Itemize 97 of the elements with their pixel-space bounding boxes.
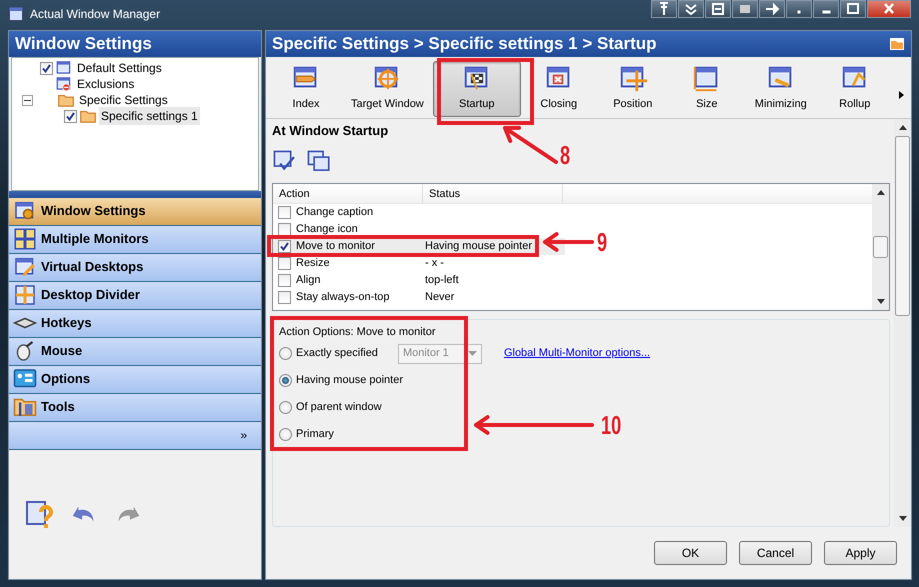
toolbar-button[interactable]: Rollup: [818, 61, 891, 117]
dialog-button[interactable]: Apply: [824, 541, 897, 565]
window-title: Actual Window Manager: [30, 6, 160, 23]
table-row[interactable]: Change icon: [273, 220, 565, 238]
group-title: Action Options: Move to monitor: [279, 324, 437, 340]
expander-icon[interactable]: [22, 94, 33, 106]
minimize-icon: [822, 10, 830, 14]
checkbox[interactable]: [278, 290, 291, 304]
radio-button[interactable]: [279, 347, 292, 360]
window-icon: [55, 75, 73, 93]
radio-button[interactable]: [279, 374, 292, 387]
nav-item[interactable]: Mouse: [9, 338, 261, 366]
radio-label: Exactly specified: [296, 346, 378, 362]
tree-item[interactable]: Specific settings 1: [99, 107, 200, 125]
scroll-thumb[interactable]: [873, 236, 888, 258]
nav-item[interactable]: Multiple Monitors: [9, 226, 261, 254]
table-cell-text: Stay always-on-top: [296, 290, 390, 305]
checkbox[interactable]: [278, 256, 291, 270]
maximize-icon: [845, 1, 861, 17]
send-window-icon: [710, 1, 726, 17]
minimize-button[interactable]: [813, 0, 839, 18]
tray-icon: [764, 1, 780, 17]
scroll-down-icon[interactable]: [876, 298, 884, 304]
dialog-button[interactable]: Cancel: [739, 541, 812, 565]
section-title: At Window Startup: [272, 122, 390, 140]
annotation-number: 10: [601, 412, 622, 438]
tree-item[interactable]: Specific Settings: [77, 91, 170, 109]
scroll-up-icon[interactable]: [898, 125, 906, 130]
nav-item[interactable]: Desktop Divider: [9, 282, 261, 310]
breadcrumb: Specific Settings > Specific settings 1 > Startup: [272, 33, 657, 56]
folder-icon: [889, 36, 905, 52]
maximize-button[interactable]: [840, 0, 866, 18]
checkbox[interactable]: [278, 240, 291, 252]
nav-item[interactable]: Tools: [9, 394, 261, 422]
radio-button[interactable]: [279, 401, 292, 414]
checkbox[interactable]: [278, 274, 291, 286]
radio-button[interactable]: [279, 428, 292, 441]
table-row[interactable]: Align top-left: [273, 272, 565, 288]
column-header[interactable]: Status: [423, 184, 563, 202]
monitors-icon: [13, 227, 37, 251]
pin-button[interactable]: [651, 0, 677, 18]
tree-item[interactable]: Default Settings: [75, 59, 164, 77]
panel-header: Window Settings: [9, 31, 261, 57]
toolbar-button[interactable]: Position: [596, 61, 669, 117]
table-cell-text: Having mouse pointer: [425, 238, 532, 254]
table-cell-text: Align: [296, 272, 320, 288]
scroll-down-icon[interactable]: [898, 516, 906, 521]
app-icon: [8, 6, 24, 22]
table-cell-text: Never: [425, 290, 454, 305]
table-cell-text: Change icon: [296, 222, 358, 237]
nav-item[interactable]: Virtual Desktops: [9, 254, 261, 282]
help-button[interactable]: [23, 498, 55, 530]
toolbar-button[interactable]: Target Window: [344, 61, 431, 117]
checkbox[interactable]: [278, 206, 291, 218]
table-cell-text: top-left: [425, 272, 459, 288]
column-header[interactable]: Action: [273, 184, 423, 202]
radio-label: Having mouse pointer: [296, 373, 404, 388]
send-window-button[interactable]: [705, 0, 731, 18]
table-cell-text: - x -: [425, 256, 444, 271]
scroll-thumb[interactable]: [895, 136, 910, 316]
checkbox[interactable]: [278, 222, 291, 236]
nav-item[interactable]: Window Settings: [9, 198, 261, 226]
minimize-to-dot-button[interactable]: [786, 0, 812, 18]
desktop-pencil-icon: [13, 255, 37, 279]
help-icon: [23, 498, 55, 530]
table-cell-text: Change caption: [296, 204, 374, 220]
transparency-button[interactable]: [732, 0, 758, 18]
table-row[interactable]: Stay always-on-top Never: [273, 288, 565, 306]
table-row[interactable]: Resize - x -: [273, 254, 565, 272]
caret-icon: [468, 351, 477, 356]
more-button[interactable]: »: [240, 429, 247, 441]
dialog-button[interactable]: OK: [654, 541, 727, 565]
radio-label: Of parent window: [296, 400, 382, 416]
tray-button[interactable]: [759, 0, 785, 18]
link[interactable]: Global Multi-Monitor options...: [504, 345, 650, 362]
checkbox[interactable]: [40, 62, 53, 74]
nav-item[interactable]: Hotkeys: [9, 310, 261, 338]
table-cell-text: Resize: [296, 256, 330, 271]
toolbar-button[interactable]: Index: [270, 61, 342, 117]
toolbar-button[interactable]: Minimizing: [744, 61, 817, 117]
scroll-right-icon[interactable]: [898, 91, 904, 100]
scrollbar[interactable]: [894, 119, 911, 527]
checkbox[interactable]: [64, 110, 77, 122]
tree-item[interactable]: Exclusions: [75, 75, 136, 93]
rollup-button[interactable]: [678, 0, 704, 18]
toolbar-button[interactable]: Size: [670, 61, 743, 117]
radio-label: Primary: [296, 427, 334, 442]
annotation-number: 8: [560, 142, 570, 168]
nav-item[interactable]: Options: [9, 366, 261, 394]
toolbar-button[interactable]: Startup: [432, 61, 521, 117]
close-button[interactable]: [867, 0, 911, 18]
scrollbar[interactable]: [872, 184, 889, 310]
annotation-number: 9: [597, 229, 608, 255]
table-cell-text: Move to monitor: [296, 238, 375, 254]
scroll-up-icon[interactable]: [876, 190, 884, 194]
table-row[interactable]: Change caption: [273, 204, 565, 220]
toolbar-button[interactable]: Closing: [522, 61, 595, 117]
